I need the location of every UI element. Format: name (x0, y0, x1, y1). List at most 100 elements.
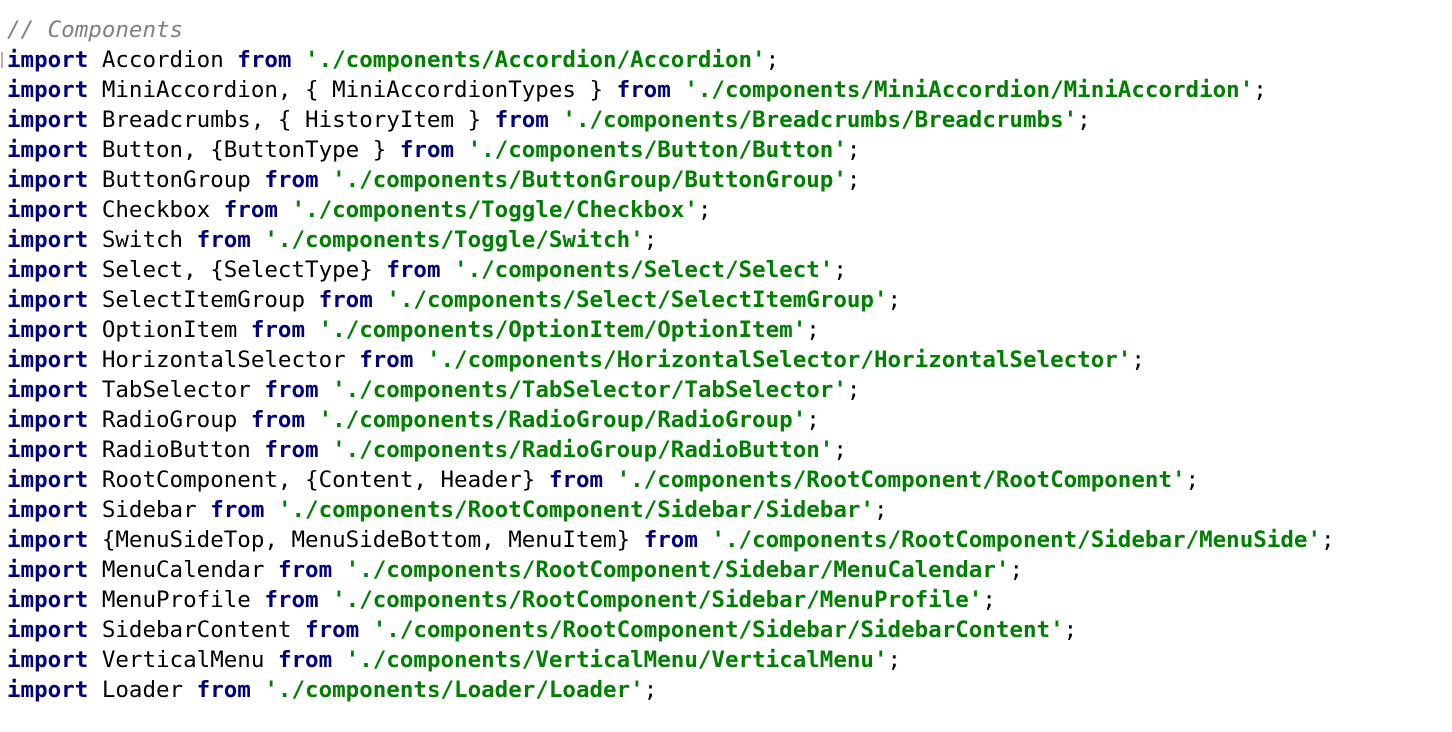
code-line: import Loader from './components/Loader/… (7, 675, 657, 705)
semicolon: ; (643, 227, 658, 253)
code-line: import OptionItem from './components/Opt… (7, 315, 820, 345)
semicolon: ; (806, 407, 820, 433)
gutter-marker (1, 52, 3, 68)
module-path: './components/RootComponent/Sidebar/Menu… (711, 527, 1321, 553)
module-path: './components/Toggle/Switch' (264, 227, 644, 253)
module-path: './components/RootComponent/Sidebar/Side… (277, 497, 874, 523)
code-line: import Sidebar from './components/RootCo… (7, 495, 888, 525)
code-line: import TabSelector from './components/Ta… (7, 375, 860, 405)
imported-names: SelectItemGroup (101, 287, 306, 313)
import-keyword: import (7, 647, 89, 673)
semicolon: ; (982, 587, 996, 613)
module-path: './components/ButtonGroup/ButtonGroup' (332, 167, 847, 193)
semicolon: ; (1063, 617, 1078, 643)
import-keyword: import (7, 227, 89, 253)
code-line: import RadioButton from './components/Ra… (7, 435, 847, 465)
module-path: './components/HorizontalSelector/Horizon… (426, 347, 1132, 373)
code-line: import ButtonGroup from './components/Bu… (7, 165, 860, 195)
from-keyword: from (305, 617, 360, 643)
semicolon: ; (1321, 527, 1335, 553)
from-keyword: from (386, 257, 441, 283)
module-path: './components/OptionItem/OptionItem' (318, 317, 807, 343)
imported-names: HorizontalSelector (101, 347, 346, 373)
semicolon: ; (1077, 107, 1091, 133)
from-keyword: from (264, 587, 319, 613)
semicolon: ; (833, 257, 847, 283)
from-keyword: from (250, 317, 306, 343)
module-path: './components/RootComponent/Sidebar/Menu… (345, 557, 1010, 583)
from-keyword: from (494, 107, 549, 133)
import-keyword: import (7, 617, 89, 643)
module-path: './components/Accordion/Accordion' (305, 47, 766, 73)
code-line: import MiniAccordion, { MiniAccordionTyp… (7, 75, 1267, 105)
import-keyword: import (7, 347, 89, 373)
module-path: './components/RadioGroup/RadioButton' (332, 437, 834, 463)
code-line: import Button, {ButtonType } from './com… (7, 135, 860, 165)
imported-names: MenuCalendar (101, 557, 265, 583)
module-path: './components/VerticalMenu/VerticalMenu' (345, 647, 888, 673)
imported-names: MenuProfile (101, 587, 251, 613)
imported-names: Select, {SelectType} (101, 257, 373, 283)
code-line: import VerticalMenu from './components/V… (7, 645, 901, 675)
code-line: import Breadcrumbs, { HistoryItem } from… (7, 105, 1091, 135)
imported-names: ButtonGroup (101, 167, 251, 193)
code-line: import RootComponent, {Content, Header} … (7, 465, 1199, 495)
from-keyword: from (264, 437, 319, 463)
module-path: './components/Button/Button' (467, 137, 847, 163)
imported-names: Sidebar (101, 497, 197, 523)
import-keyword: import (7, 137, 89, 163)
module-path: './components/Loader/Loader' (264, 677, 644, 703)
semicolon: ; (806, 317, 820, 343)
imported-names: VerticalMenu (101, 647, 265, 673)
semicolon: ; (1253, 77, 1267, 103)
from-keyword: from (399, 137, 455, 163)
imported-names: Switch (101, 227, 184, 253)
code-line: import SelectItemGroup from './component… (7, 285, 901, 315)
from-keyword: from (250, 407, 306, 433)
code-line: import Switch from './components/Toggle/… (7, 225, 657, 255)
import-keyword: import (7, 257, 89, 283)
import-keyword: import (7, 677, 89, 703)
from-keyword: from (277, 557, 333, 583)
from-keyword: from (264, 167, 319, 193)
imported-names: Checkbox (101, 197, 211, 223)
semicolon: ; (1131, 347, 1145, 373)
module-path: './components/RootComponent/Sidebar/Side… (372, 617, 1064, 643)
import-keyword: import (7, 287, 89, 313)
imported-names: Button, {ButtonType } (101, 137, 387, 163)
import-keyword: import (7, 107, 89, 133)
semicolon: ; (873, 497, 888, 523)
semicolon: ; (643, 677, 658, 703)
comment-text: // Components (7, 17, 184, 43)
import-keyword: import (7, 587, 89, 613)
code-line: import {MenuSideTop, MenuSideBottom, Men… (7, 525, 1335, 555)
imported-names: {MenuSideTop, MenuSideBottom, MenuItem} (101, 527, 631, 553)
semicolon: ; (846, 137, 861, 163)
module-path: './components/RootComponent/RootComponen… (616, 467, 1186, 493)
from-keyword: from (359, 347, 414, 373)
from-keyword: from (237, 47, 292, 73)
module-path: './components/Select/Select' (454, 257, 834, 283)
semicolon: ; (1185, 467, 1200, 493)
semicolon: ; (846, 377, 861, 403)
import-keyword: import (7, 497, 89, 523)
from-keyword: from (548, 467, 604, 493)
from-keyword: from (264, 377, 319, 403)
code-editor[interactable]: // Components import Accordion from './c… (0, 0, 1452, 732)
imported-names: RadioButton (101, 437, 251, 463)
code-line: import MenuCalendar from './components/R… (7, 555, 1023, 585)
import-keyword: import (7, 197, 89, 223)
imported-names: MiniAccordion, { MiniAccordionTypes } (101, 77, 604, 103)
module-path: './components/Breadcrumbs/Breadcrumbs' (562, 107, 1078, 133)
module-path: './components/MiniAccordion/MiniAccordio… (684, 77, 1254, 103)
from-keyword: from (277, 647, 333, 673)
semicolon: ; (697, 197, 712, 223)
import-keyword: import (7, 47, 89, 73)
import-keyword: import (7, 467, 89, 493)
imported-names: Breadcrumbs, { HistoryItem } (101, 107, 482, 133)
imported-names: SidebarContent (101, 617, 292, 643)
code-line: import Select, {SelectType} from './comp… (7, 255, 847, 285)
module-path: './components/Toggle/Checkbox' (291, 197, 698, 223)
imported-names: TabSelector (101, 377, 251, 403)
from-keyword: from (643, 527, 698, 553)
